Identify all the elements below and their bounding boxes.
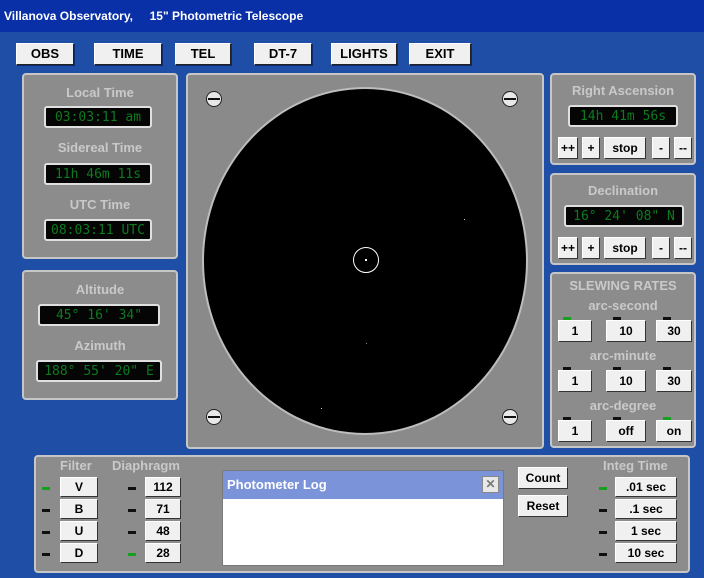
slewing-rates-panel: SLEWING RATES arc-second 1 10 30 arc-min… (550, 272, 696, 448)
filter-u-button[interactable]: U (60, 521, 98, 541)
filter-d-button[interactable]: D (60, 543, 98, 563)
dt7-button[interactable]: DT-7 (254, 43, 312, 65)
dec-fast-minus-button[interactable]: -- (674, 237, 692, 259)
led-indicator (42, 509, 50, 512)
dec-minus-button[interactable]: - (652, 237, 670, 259)
diaphragm-71-button[interactable]: 71 (145, 499, 181, 519)
arc-second-label: arc-second (588, 298, 658, 313)
led-indicator (128, 487, 136, 490)
center-star (365, 259, 367, 261)
led-indicator (599, 553, 607, 556)
ra-minus-button[interactable]: - (652, 137, 670, 159)
integ-10-sec-button[interactable]: 10 sec (615, 543, 677, 563)
ra-label: Right Ascension (571, 83, 675, 98)
integ-1sec-button[interactable]: 1 sec (615, 521, 677, 541)
ra-display: 14h 41m 56s (568, 105, 678, 127)
dec-fast-plus-button[interactable]: ++ (558, 237, 578, 259)
time-panel: Local Time 03:03:11 am Sidereal Time 11h… (22, 73, 178, 259)
sidereal-time-display: 11h 46m 11s (44, 163, 152, 185)
integ-1-sec-button[interactable]: .1 sec (615, 499, 677, 519)
filter-v-button[interactable]: V (60, 477, 98, 497)
sidereal-time-label: Sidereal Time (57, 140, 143, 155)
arc-minute-label: arc-minute (589, 348, 657, 363)
ra-plus-button[interactable]: + (582, 137, 600, 159)
close-icon[interactable]: ✕ (482, 476, 499, 493)
arc-degree-label: arc-degree (589, 398, 657, 413)
utc-time-display: 08:03:11 UTC (44, 219, 152, 241)
lights-button[interactable]: LIGHTS (331, 43, 397, 65)
star (321, 408, 322, 409)
led-indicator (599, 531, 607, 534)
utc-time-label: UTC Time (69, 197, 131, 212)
tel-button[interactable]: TEL (175, 43, 231, 65)
arc-second-30-button[interactable]: 30 (656, 320, 692, 342)
local-time-display: 03:03:11 am (44, 106, 152, 128)
obs-button[interactable]: OBS (16, 43, 74, 65)
diaphragm-28-button[interactable]: 28 (145, 543, 181, 563)
arc-degree-on-button[interactable]: on (656, 420, 692, 442)
ra-stop-button[interactable]: stop (604, 137, 646, 159)
screw-icon (206, 409, 222, 425)
star (366, 343, 367, 344)
arc-minute-10-button[interactable]: 10 (606, 370, 646, 392)
dec-display: 16° 24' 08" N (564, 205, 684, 227)
led-indicator (42, 553, 50, 556)
arc-degree-1-button[interactable]: 1 (558, 420, 592, 442)
telescope-view-panel (186, 73, 544, 449)
screw-icon (502, 91, 518, 107)
photometer-log-content[interactable] (223, 499, 503, 565)
declination-panel: Declination 16° 24' 08" N ++ + stop - -- (550, 173, 696, 265)
photometer-log-header: Photometer Log ✕ (223, 471, 503, 499)
diaphragm-112-button[interactable]: 112 (145, 477, 181, 497)
arc-degree-off-button[interactable]: off (606, 420, 646, 442)
arc-minute-1-button[interactable]: 1 (558, 370, 592, 392)
count-button[interactable]: Count (518, 467, 568, 489)
right-ascension-panel: Right Ascension 14h 41m 56s ++ + stop - … (550, 73, 696, 165)
window-title: Villanova Observatory, 15" Photometric T… (0, 0, 704, 32)
arc-second-1-button[interactable]: 1 (558, 320, 592, 342)
dec-label: Declination (587, 183, 659, 198)
led-indicator (128, 509, 136, 512)
integ-01-sec-button[interactable]: .01 sec (615, 477, 677, 497)
diaphragm-label: Diaphragm (112, 458, 180, 473)
altaz-panel: Altitude 45° 16' 34" Azimuth 188° 55' 20… (22, 270, 178, 400)
photometer-log-window: Photometer Log ✕ (222, 470, 504, 566)
arc-second-10-button[interactable]: 10 (606, 320, 646, 342)
dec-stop-button[interactable]: stop (604, 237, 646, 259)
reset-button[interactable]: Reset (518, 495, 568, 517)
led-indicator (128, 553, 136, 556)
led-indicator (42, 487, 50, 490)
integ-time-label: Integ Time (603, 458, 668, 473)
azimuth-display: 188° 55' 20" E (36, 360, 162, 382)
ra-fast-minus-button[interactable]: -- (674, 137, 692, 159)
led-indicator (599, 487, 607, 490)
star (464, 219, 465, 220)
exit-button[interactable]: EXIT (409, 43, 471, 65)
led-indicator (42, 531, 50, 534)
filter-b-button[interactable]: B (60, 499, 98, 519)
azimuth-label: Azimuth (74, 338, 126, 353)
slewing-rates-title: SLEWING RATES (569, 278, 677, 293)
altitude-display: 45° 16' 34" (38, 304, 160, 326)
local-time-label: Local Time (66, 85, 134, 100)
diaphragm-48-button[interactable]: 48 (145, 521, 181, 541)
photometer-log-title: Photometer Log (227, 477, 327, 492)
led-indicator (599, 509, 607, 512)
led-indicator (128, 531, 136, 534)
time-button[interactable]: TIME (94, 43, 162, 65)
altitude-label: Altitude (75, 282, 125, 297)
arc-minute-30-button[interactable]: 30 (656, 370, 692, 392)
ra-fast-plus-button[interactable]: ++ (558, 137, 578, 159)
screw-icon (502, 409, 518, 425)
dec-plus-button[interactable]: + (582, 237, 600, 259)
filter-label: Filter (60, 458, 92, 473)
screw-icon (206, 91, 222, 107)
